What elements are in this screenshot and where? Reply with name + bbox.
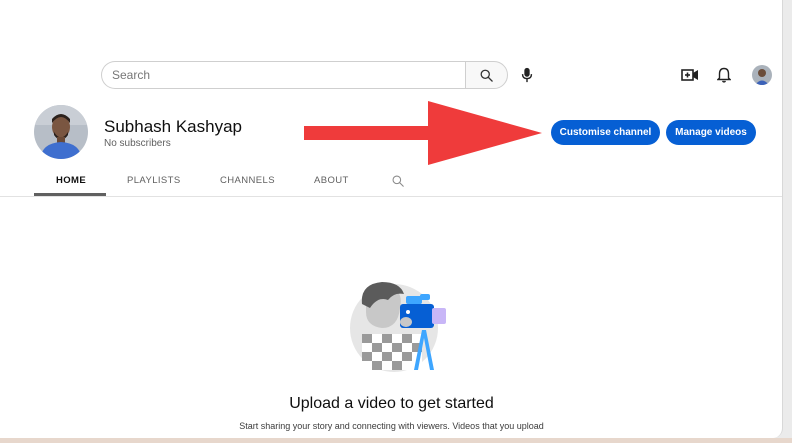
- tab-about[interactable]: ABOUT: [314, 175, 349, 186]
- tab-home[interactable]: HOME: [56, 175, 86, 186]
- search-button[interactable]: [465, 61, 508, 89]
- microphone-icon: [521, 67, 533, 83]
- customise-channel-button[interactable]: Customise channel: [551, 120, 660, 145]
- empty-state-description: Start sharing your story and connecting …: [239, 421, 544, 431]
- notifications-button[interactable]: [714, 65, 734, 85]
- camera-person-illustration: [350, 282, 446, 372]
- search-input[interactable]: [112, 68, 466, 82]
- avatar-image: [752, 65, 772, 85]
- tab-playlists[interactable]: PLAYLISTS: [127, 175, 181, 186]
- subscriber-count: No subscribers: [104, 138, 171, 149]
- empty-state-title: Upload a video to get started: [289, 395, 494, 412]
- tab-channels[interactable]: CHANNELS: [220, 175, 275, 186]
- channel-avatar[interactable]: [34, 105, 88, 159]
- search-box[interactable]: [101, 61, 466, 89]
- create-button[interactable]: [680, 65, 700, 85]
- channel-avatar-image: [34, 105, 88, 159]
- bell-icon: [717, 67, 731, 83]
- channel-name: Subhash Kashyap: [104, 117, 242, 136]
- tabs-divider: [0, 196, 782, 197]
- tab-search-icon[interactable]: [391, 174, 405, 188]
- search-icon: [480, 69, 493, 82]
- manage-videos-button[interactable]: Manage videos: [666, 120, 756, 145]
- annotation-arrow: [304, 101, 542, 165]
- voice-search-button[interactable]: [514, 62, 540, 88]
- account-avatar[interactable]: [752, 65, 772, 85]
- app-window: Subhash Kashyap No subscribers Customise…: [0, 0, 783, 438]
- create-video-icon: [681, 69, 698, 81]
- bottom-strip: [0, 438, 792, 443]
